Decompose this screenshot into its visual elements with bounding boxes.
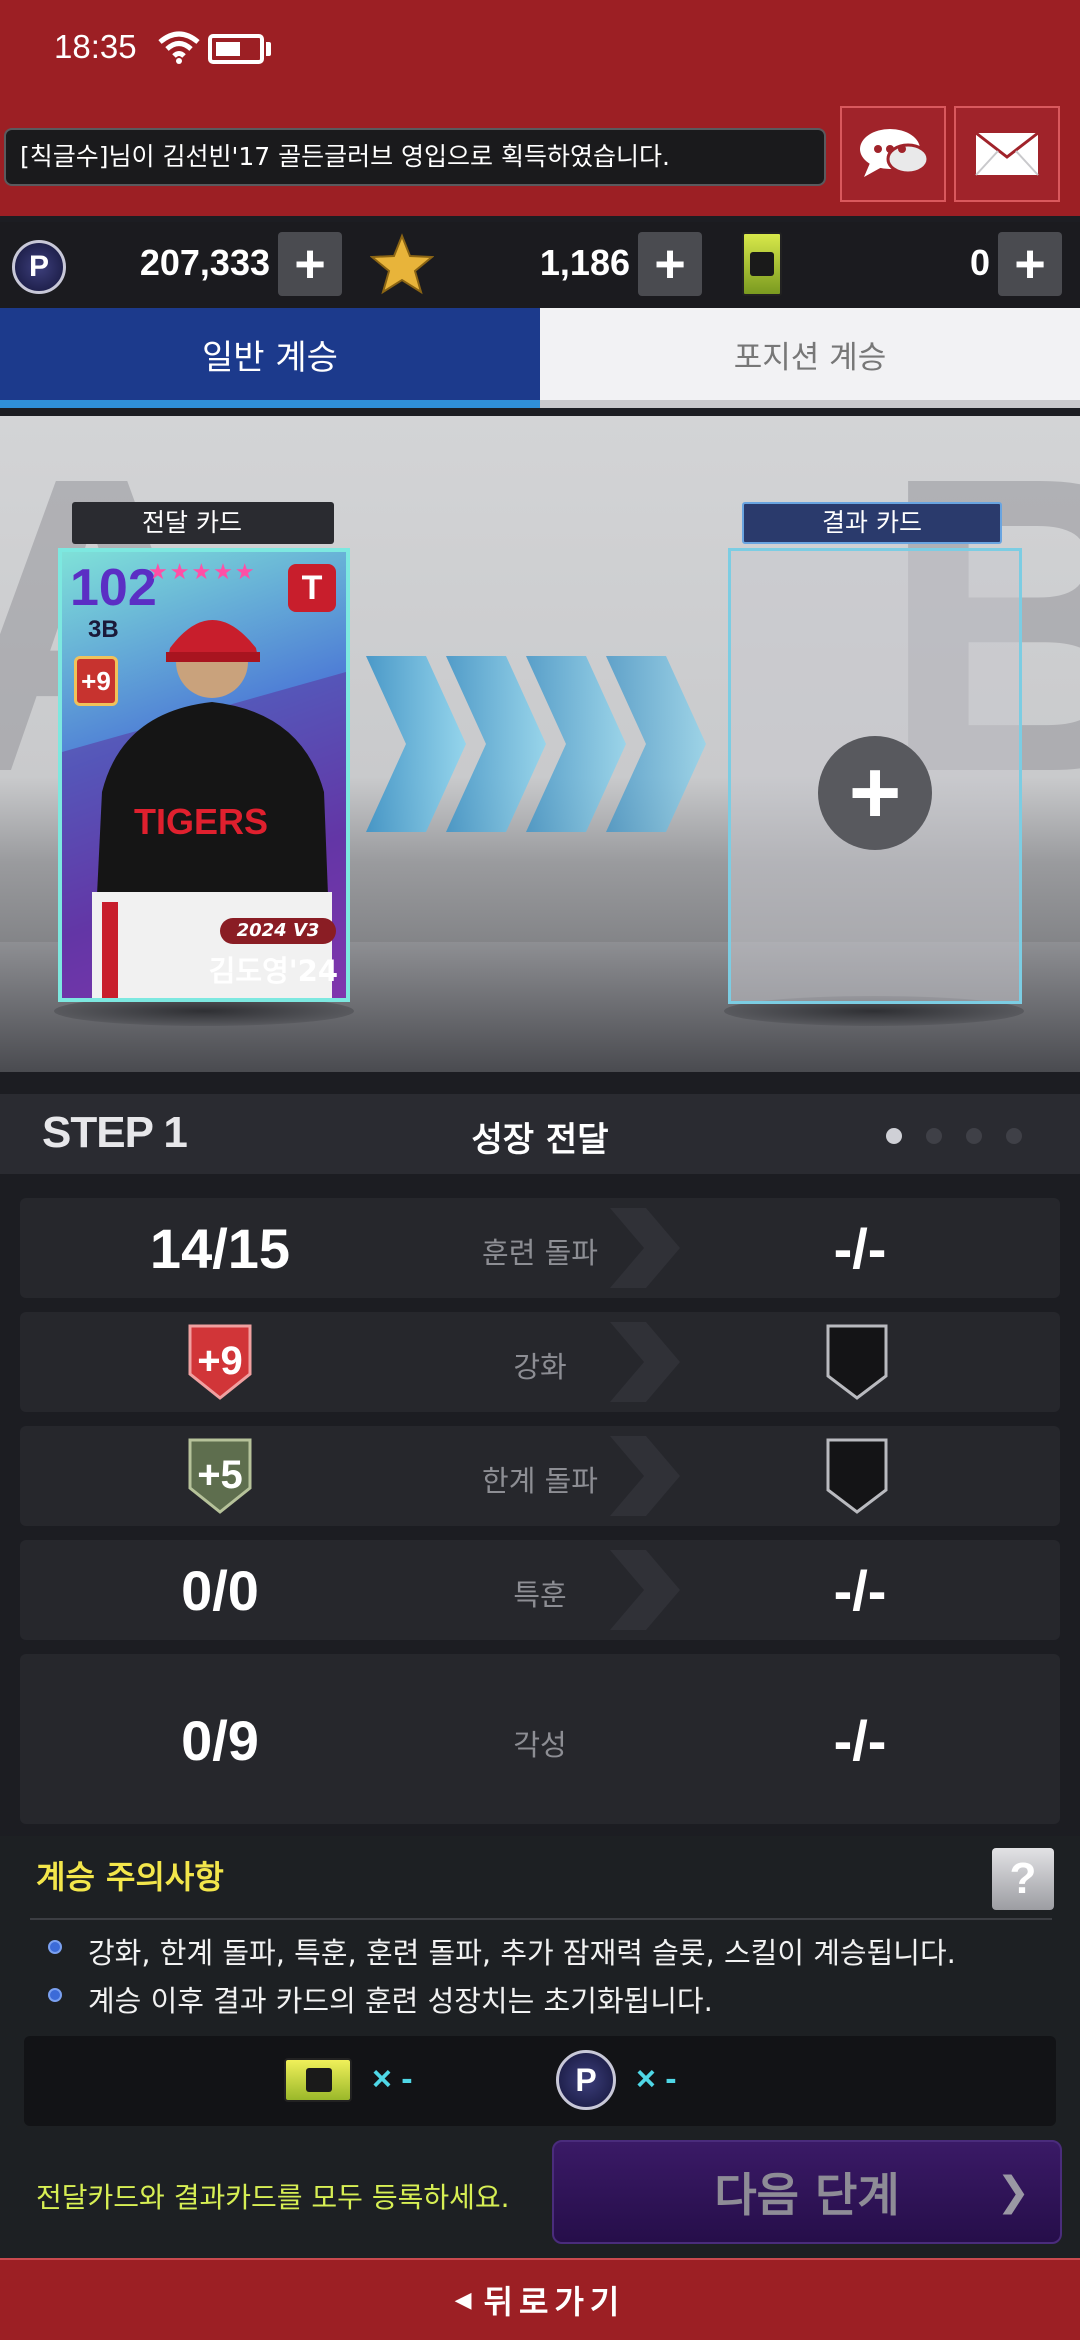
bullet-icon xyxy=(48,1988,62,2002)
add-stars-button[interactable]: + xyxy=(638,232,702,296)
divider xyxy=(30,1918,1052,1920)
notice-title: 계승 주의사항 xyxy=(36,1858,224,1896)
limit-break-badge-text: +5 xyxy=(197,1452,243,1497)
empty-shield-icon xyxy=(826,1438,888,1514)
bullet-icon xyxy=(48,1940,62,1954)
step-title: 성장 전달 xyxy=(471,1120,609,1160)
wifi-icon xyxy=(158,30,200,68)
ticket-cost-value: × - xyxy=(372,2060,413,2098)
tab-position-inherit[interactable]: 포지션 계승 xyxy=(540,308,1080,408)
chevron-right-icon xyxy=(610,1436,680,1516)
points-cost-value: × - xyxy=(636,2060,677,2098)
mail-icon xyxy=(975,131,1039,176)
points-cost-icon: P xyxy=(556,2050,616,2110)
ticket-card-icon xyxy=(742,232,782,296)
transfer-arrow-icon xyxy=(366,656,706,832)
news-ticker: [칙글수]님이 김선빈'17 골든글러브 영입으로 획득하였습니다. xyxy=(4,128,826,186)
back-label: 뒤로가기 xyxy=(483,2283,626,2321)
card-star-rating: ★★★★★ xyxy=(148,560,257,585)
chevron-right-icon: ❯ xyxy=(996,2169,1030,2215)
battery-tip xyxy=(266,42,271,56)
team-logo-icon: T xyxy=(288,564,336,612)
special-training-result: -/- xyxy=(833,1559,887,1622)
training-transfer-value: 14/15 xyxy=(149,1217,291,1280)
back-button[interactable]: ◀ 뒤로가기 xyxy=(0,2258,1080,2340)
add-points-button[interactable]: + xyxy=(278,232,342,296)
page-dot xyxy=(966,1128,982,1144)
card-overall: 102 xyxy=(70,559,157,617)
tab-general-inherit[interactable]: 일반 계승 xyxy=(0,308,540,408)
star-icon xyxy=(369,232,435,300)
page-dot xyxy=(926,1128,942,1144)
training-result-value: -/- xyxy=(833,1217,887,1280)
register-hint: 전달카드와 결과카드를 모두 등록하세요. xyxy=(36,2181,510,2214)
add-tickets-button[interactable]: + xyxy=(998,232,1062,296)
next-step-button[interactable]: 다음 단계 ❯ xyxy=(552,2140,1062,2244)
chevron-right-icon xyxy=(610,1322,680,1402)
enhance-badge-text: +9 xyxy=(197,1338,243,1383)
chat-button[interactable] xyxy=(840,106,946,202)
result-card-label: 결과 카드 xyxy=(742,502,1002,544)
help-button[interactable]: ? xyxy=(992,1848,1054,1910)
transfer-player-card[interactable]: TIGERS 102 3B ★★★★★ T +9 2024 V3 김도영'24 xyxy=(58,548,350,1002)
page-dot-active xyxy=(886,1128,902,1144)
ticket-cost-icon xyxy=(284,2058,352,2102)
next-step-label: 다음 단계 xyxy=(714,2168,900,2222)
special-training-value: 0/0 xyxy=(181,1559,259,1622)
empty-shield-icon xyxy=(826,1324,888,1400)
cost-box xyxy=(24,2036,1056,2126)
battery-icon xyxy=(208,34,264,64)
awakening-label: 각성 xyxy=(513,1728,567,1762)
notice-line-2: 계승 이후 결과 카드의 훈련 성장치는 초기화됩니다. xyxy=(88,1984,713,2018)
jersey-text: TIGERS xyxy=(134,801,268,842)
chat-icon xyxy=(860,129,930,177)
card-upgrade-badge: +9 xyxy=(74,656,118,706)
points-coin-icon: P xyxy=(12,240,66,294)
back-arrow-icon: ◀ xyxy=(454,2287,472,2313)
awakening-result: -/- xyxy=(833,1709,887,1772)
mail-button[interactable] xyxy=(954,106,1060,202)
add-result-card-button[interactable]: + xyxy=(818,736,932,850)
step-label: STEP 1 xyxy=(42,1108,188,1157)
card-position: 3B xyxy=(88,616,119,643)
limit-break-badge: +5 xyxy=(186,1436,254,1514)
card-year-badge: 2024 V3 xyxy=(220,918,336,944)
enhance-badge: +9 xyxy=(186,1322,254,1400)
tickets-value: 0 xyxy=(969,242,990,283)
awakening-value: 0/9 xyxy=(181,1709,259,1772)
status-time: 18:35 xyxy=(54,28,137,65)
page-dot xyxy=(1006,1128,1022,1144)
points-value: 207,333 xyxy=(139,242,270,283)
card-player-name: 김도영'24 xyxy=(208,954,338,988)
notice-line-1: 강화, 한계 돌파, 특훈, 훈련 돌파, 추가 잠재력 슬롯, 스킬이 계승됩… xyxy=(88,1936,956,1970)
transfer-card-label: 전달 카드 xyxy=(72,502,334,544)
stars-value: 1,186 xyxy=(539,242,630,283)
